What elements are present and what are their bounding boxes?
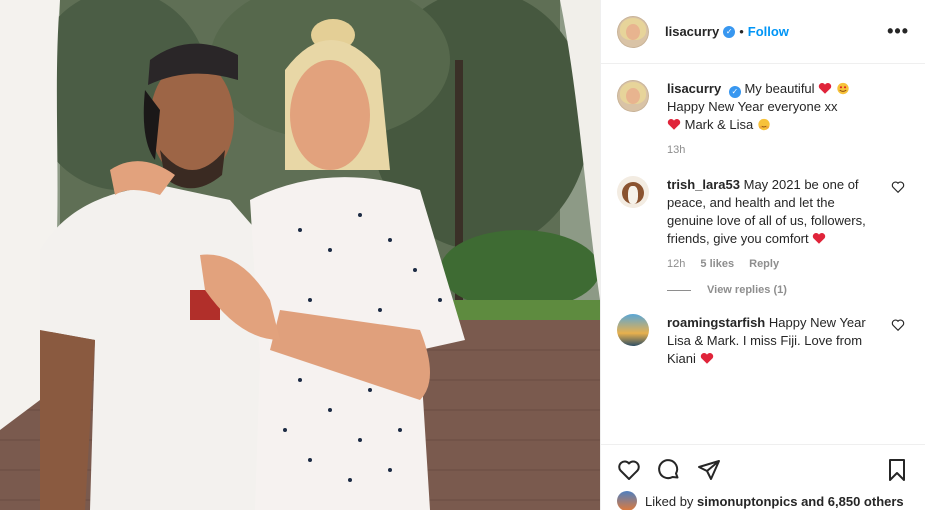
- avatar[interactable]: [617, 80, 649, 112]
- post-side-panel: lisacurry ✓ • Follow ••• lisacurry ✓ My …: [600, 0, 925, 510]
- verified-icon: ✓: [728, 86, 741, 98]
- comment-item: trish_lara53 May 2021 be one of peace, a…: [617, 176, 909, 270]
- comments-list[interactable]: lisacurry ✓ My beautiful Happy New Year …: [601, 64, 925, 444]
- comment-item: roamingstarfish Happy New Year Lisa & Ma…: [617, 314, 909, 368]
- red-heart-emoji-icon: [667, 118, 681, 130]
- header-username[interactable]: lisacurry: [665, 24, 719, 39]
- like-comment-heart-icon[interactable]: [891, 318, 905, 332]
- comment-likes[interactable]: 5 likes: [700, 258, 734, 270]
- avatar[interactable]: [617, 15, 649, 48]
- likes-summary: Liked by simonuptonpics and 6,850 others: [617, 491, 909, 510]
- post-photo[interactable]: [0, 0, 600, 510]
- red-heart-emoji-icon: [818, 82, 832, 94]
- liked-by-prefix: Liked by: [645, 493, 694, 509]
- verified-icon: ✓: [723, 25, 736, 38]
- red-heart-emoji-icon: [813, 232, 826, 244]
- reply-button[interactable]: Reply: [749, 258, 779, 270]
- caption-line-3: Mark & Lisa: [684, 117, 754, 132]
- comment-icon[interactable]: [657, 458, 681, 482]
- view-replies-button[interactable]: View replies (1): [667, 284, 909, 296]
- caption-line-1: My beautiful: [744, 81, 815, 96]
- view-replies-label: View replies (1): [707, 284, 787, 296]
- avatar[interactable]: [617, 314, 649, 346]
- comment-time[interactable]: 12h: [667, 258, 685, 270]
- smiling-face-with-hearts-emoji-icon: [837, 82, 849, 95]
- liked-by-others[interactable]: and 6,850 others: [801, 494, 904, 509]
- bookmark-icon[interactable]: [885, 458, 909, 482]
- caption-username[interactable]: lisacurry: [667, 81, 721, 96]
- liker-avatar[interactable]: [617, 491, 637, 510]
- comment-username[interactable]: trish_lara53: [667, 177, 740, 192]
- liked-by-user[interactable]: simonuptonpics: [697, 494, 797, 509]
- heart-icon[interactable]: [617, 458, 641, 482]
- post-header: lisacurry ✓ • Follow •••: [601, 0, 925, 64]
- share-icon[interactable]: [697, 458, 721, 482]
- avatar[interactable]: [617, 176, 649, 208]
- caption: lisacurry ✓ My beautiful Happy New Year …: [617, 80, 909, 156]
- red-heart-emoji-icon: [700, 352, 713, 364]
- hugging-face-emoji-icon: [758, 118, 770, 131]
- replies-divider: [667, 289, 691, 291]
- post-actions: Liked by simonuptonpics and 6,850 others: [601, 444, 925, 510]
- separator-dot: •: [739, 24, 744, 39]
- caption-line-2: Happy New Year everyone xx: [667, 99, 838, 114]
- follow-button[interactable]: Follow: [748, 24, 789, 39]
- comment-username[interactable]: roamingstarfish: [667, 315, 765, 330]
- like-comment-heart-icon[interactable]: [891, 180, 905, 194]
- more-icon[interactable]: •••: [887, 21, 909, 42]
- caption-time[interactable]: 13h: [667, 144, 685, 156]
